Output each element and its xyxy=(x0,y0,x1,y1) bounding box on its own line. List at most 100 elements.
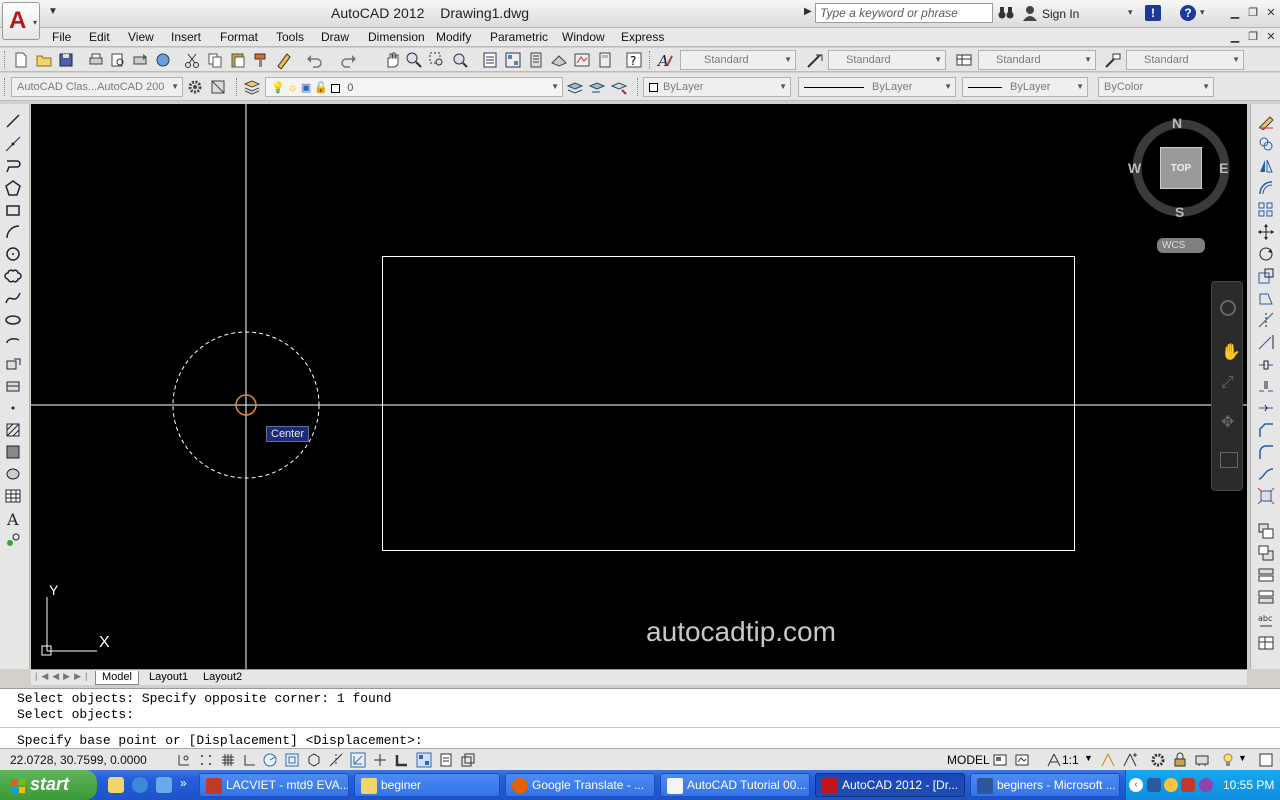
quick-view-drawings-icon[interactable] xyxy=(1014,752,1030,768)
erase-icon[interactable] xyxy=(1257,112,1275,130)
undo-icon[interactable] xyxy=(305,51,323,69)
polygon-icon[interactable] xyxy=(4,179,22,197)
scale-icon[interactable] xyxy=(1257,267,1275,285)
model-space-toggle[interactable]: MODEL xyxy=(947,753,990,767)
menu-file[interactable]: File xyxy=(52,30,71,44)
drawing-canvas[interactable]: Y X Center autocadtip.com N S E W TOP WC… xyxy=(31,104,1247,669)
ellipse-arc-icon[interactable] xyxy=(4,333,22,351)
taskbar-item-active[interactable]: AutoCAD 2012 - [Dr... xyxy=(815,773,965,797)
design-center-icon[interactable] xyxy=(504,51,522,69)
menu-dimension[interactable]: Dimension xyxy=(368,30,425,44)
extend-icon[interactable] xyxy=(1257,333,1275,351)
menu-edit[interactable]: Edit xyxy=(89,30,110,44)
zoom-extents-icon[interactable]: ⤢ xyxy=(1221,374,1237,391)
construction-line-icon[interactable] xyxy=(4,135,22,153)
toolbar-grip[interactable] xyxy=(649,51,652,69)
menu-tools[interactable]: Tools xyxy=(276,30,304,44)
quickcalc-icon[interactable] xyxy=(596,51,614,69)
ucs-menu[interactable]: WCS xyxy=(1157,238,1205,253)
make-block-icon[interactable] xyxy=(4,377,22,395)
markup-set-icon[interactable] xyxy=(573,51,591,69)
ortho-mode-icon[interactable] xyxy=(242,752,258,768)
coordinate-readout[interactable]: 22.0728, 30.7599, 0.0000 xyxy=(10,753,147,767)
user-icon[interactable] xyxy=(1023,5,1037,21)
quicklaunch-overflow-icon[interactable]: » xyxy=(180,776,187,790)
menu-express[interactable]: Express xyxy=(621,30,664,44)
tray-expand-icon[interactable]: ‹ xyxy=(1129,778,1143,792)
isolate-objects-icon[interactable] xyxy=(1220,752,1236,768)
open-folder-icon[interactable] xyxy=(35,51,53,69)
binoculars-icon[interactable] xyxy=(998,6,1014,20)
send-to-back-icon[interactable] xyxy=(1257,544,1275,562)
lineweight-toggle-icon[interactable] xyxy=(394,752,410,768)
tool-palettes-icon[interactable] xyxy=(527,51,545,69)
workspace-settings-icon[interactable] xyxy=(209,78,227,96)
layer-previous-icon[interactable] xyxy=(588,78,606,96)
command-prompt[interactable]: Specify base point or [Displacement] <Di… xyxy=(17,733,423,748)
insert-block-icon[interactable] xyxy=(4,355,22,373)
toolbar-grip[interactable] xyxy=(236,78,239,96)
zoom-previous-icon[interactable] xyxy=(451,51,469,69)
sheet-set-icon[interactable] xyxy=(550,51,568,69)
quick-view-layouts-icon[interactable] xyxy=(992,752,1008,768)
taskbar-item[interactable]: LACVIET - mtd9 EVA... xyxy=(199,773,349,797)
toolbar-grip[interactable] xyxy=(637,78,640,96)
close-icon[interactable]: ✕ xyxy=(1264,6,1278,20)
publish-icon[interactable] xyxy=(131,51,149,69)
edit-table-icon[interactable] xyxy=(1257,634,1275,652)
send-under-icon[interactable] xyxy=(1257,588,1275,606)
expand-search-icon[interactable]: ▶ xyxy=(804,6,812,17)
block-editor-icon[interactable] xyxy=(275,51,293,70)
menu-modify[interactable]: Modify xyxy=(436,30,471,44)
offset-icon[interactable] xyxy=(1257,179,1275,197)
doc-minimize-icon[interactable]: ▁ xyxy=(1228,30,1242,44)
circle-icon[interactable] xyxy=(4,245,22,263)
menu-window[interactable]: Window xyxy=(562,30,605,44)
quicklaunch-autocad-icon[interactable] xyxy=(108,777,124,793)
blend-curves-icon[interactable] xyxy=(1257,465,1275,483)
chevron-down-icon[interactable]: ▾ xyxy=(1200,7,1205,18)
quicklaunch-ie-icon[interactable] xyxy=(132,777,148,793)
redo-icon[interactable] xyxy=(340,51,358,69)
rotate-icon[interactable] xyxy=(1257,245,1275,263)
viewcube-west[interactable]: W xyxy=(1128,160,1141,176)
viewcube-south[interactable]: S xyxy=(1175,204,1184,220)
gradient-icon[interactable] xyxy=(4,443,22,461)
tab-model[interactable]: Model xyxy=(95,671,139,685)
auto-add-scales-icon[interactable] xyxy=(1122,752,1138,768)
revision-cloud-icon[interactable] xyxy=(4,267,22,285)
volume-icon[interactable] xyxy=(1199,778,1213,792)
text-style-select[interactable]: Standard ▼ xyxy=(680,50,796,70)
stretch-icon[interactable] xyxy=(1257,289,1275,307)
3d-object-snap-icon[interactable] xyxy=(306,752,322,768)
layer-select[interactable]: 💡 ☼ ▣ 🔓 0 ▼ xyxy=(265,77,563,97)
restore-icon[interactable]: ❐ xyxy=(1246,6,1260,20)
toolbar-grip[interactable] xyxy=(4,78,7,96)
gear-icon[interactable] xyxy=(186,78,204,96)
minimize-icon[interactable]: ▁ xyxy=(1228,6,1242,20)
paste-icon[interactable] xyxy=(229,51,247,69)
workspace-switching-icon[interactable] xyxy=(1150,752,1166,768)
annotation-visibility-icon[interactable] xyxy=(1100,752,1116,768)
system-clock[interactable]: 10:55 PM xyxy=(1223,778,1274,792)
object-snap-tracking-icon[interactable] xyxy=(328,752,344,768)
line-icon[interactable] xyxy=(4,112,22,130)
mirror-icon[interactable] xyxy=(1257,157,1275,175)
clean-screen-icon[interactable] xyxy=(1258,752,1274,768)
tab-layout1[interactable]: Layout1 xyxy=(143,671,194,685)
menu-view[interactable]: View xyxy=(128,30,154,44)
dynamic-ucs-icon[interactable] xyxy=(350,752,366,768)
selection-cycling-icon[interactable] xyxy=(460,752,476,768)
taskbar-item[interactable]: beginer xyxy=(354,773,500,797)
table-style-select[interactable]: Standard ▼ xyxy=(978,50,1096,70)
transparency-icon[interactable] xyxy=(416,752,432,768)
chevron-down-icon[interactable]: ▼ xyxy=(1238,753,1247,763)
snap-mode-icon[interactable] xyxy=(198,752,214,768)
spline-icon[interactable] xyxy=(4,289,22,307)
toolbar-grip[interactable] xyxy=(4,51,7,69)
sign-in-link[interactable]: Sign In xyxy=(1042,7,1079,21)
polyline-icon[interactable] xyxy=(4,157,22,175)
menu-insert[interactable]: Insert xyxy=(171,30,201,44)
array-icon[interactable] xyxy=(1257,201,1275,219)
doc-restore-icon[interactable]: ❐ xyxy=(1246,30,1260,44)
